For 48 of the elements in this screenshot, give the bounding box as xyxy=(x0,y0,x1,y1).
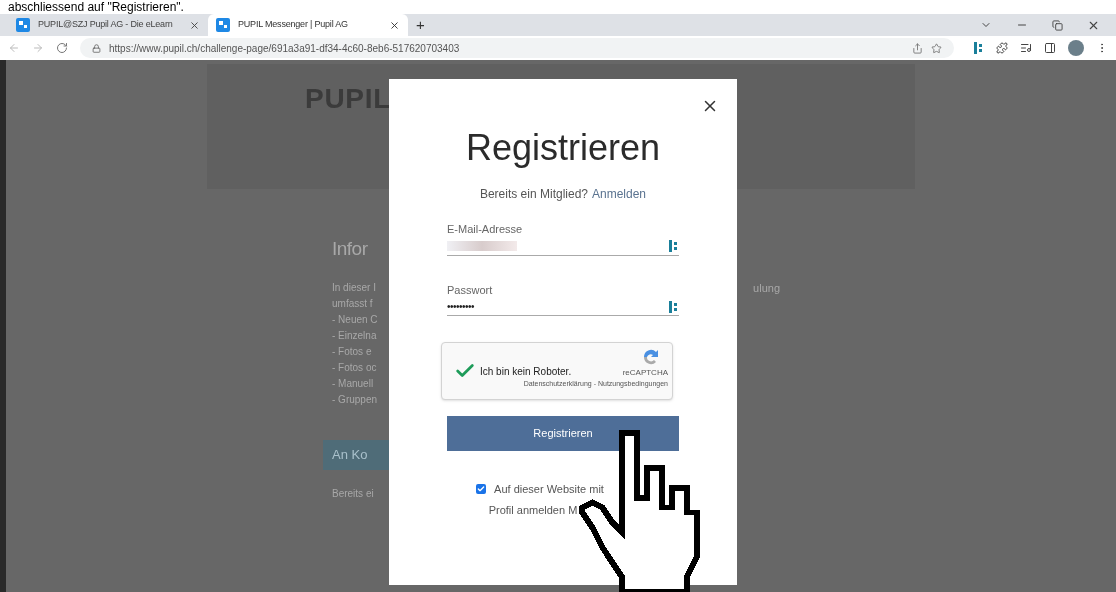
remember-text: Auf dieser Website mit xyxy=(494,482,604,497)
check-icon xyxy=(477,485,486,494)
captcha-brand: reCAPTCHA xyxy=(622,367,668,379)
reload-icon[interactable] xyxy=(56,42,68,54)
body-text: - Gruppen xyxy=(332,392,378,407)
profile-avatar[interactable] xyxy=(1068,40,1084,56)
input-field[interactable]: ••••••••• xyxy=(447,298,679,316)
playlist-icon[interactable] xyxy=(1020,42,1032,54)
new-tab-button[interactable]: + xyxy=(408,14,433,36)
share-icon[interactable] xyxy=(912,42,923,54)
prompt-text: Bereits ein Mitglied? xyxy=(479,186,588,203)
body-text: - Fotos oc xyxy=(332,360,377,375)
lock-icon xyxy=(92,43,101,53)
body-text: - Manuell xyxy=(332,376,374,391)
remember-text: Profil anmelden M xyxy=(488,502,578,518)
body-text: - Fotos e xyxy=(332,344,372,359)
restore-icon[interactable] xyxy=(1052,19,1063,31)
extension-icon[interactable] xyxy=(669,299,679,314)
body-text: - Einzelna xyxy=(332,328,377,343)
password-value: ••••••••• xyxy=(447,300,474,314)
extension-icon[interactable] xyxy=(974,41,984,55)
tab-title: PUPIL@SZJ Pupil AG - Die eLearn xyxy=(38,18,174,32)
remember-checkbox[interactable] xyxy=(476,484,487,495)
register-button[interactable]: Registrieren xyxy=(447,416,679,451)
body-text: ulung xyxy=(753,280,780,296)
url-text: https://www.pupil.ch/challenge-page/691a3a91-df34-4c60-8eb6-517620703403 xyxy=(109,41,461,56)
side-panel-icon[interactable] xyxy=(1044,42,1056,54)
body-text: - Neuen C xyxy=(332,312,378,327)
login-link[interactable]: Anmelden xyxy=(592,185,647,203)
blurred-value xyxy=(447,241,517,251)
field-label: E-Mail-Adresse xyxy=(447,222,524,237)
tab-title: PUPIL Messenger | Pupil AG xyxy=(238,18,349,32)
input-field[interactable] xyxy=(447,237,679,256)
site-logo-icon xyxy=(16,18,30,32)
body-text: Bereits ei xyxy=(332,486,374,501)
dialog-title: Registrieren xyxy=(465,126,661,170)
close-icon[interactable] xyxy=(189,19,200,31)
section-heading: Infor xyxy=(332,237,368,261)
puzzle-icon[interactable] xyxy=(996,42,1008,54)
extension-icon[interactable] xyxy=(669,239,679,253)
site-logo-icon xyxy=(216,18,230,32)
field-label: Passwort xyxy=(447,282,494,298)
star-icon[interactable] xyxy=(931,42,942,54)
close-icon[interactable] xyxy=(389,19,400,31)
browser-tab[interactable]: PUPIL Messenger | Pupil AG xyxy=(208,14,408,36)
body-text: umfasst f xyxy=(332,296,373,311)
address-bar[interactable]: https://www.pupil.ch/challenge-page/691a3a91-df34-4c60-8eb6-517620703403 xyxy=(80,38,954,58)
captcha-label: Ich bin kein Roboter. xyxy=(480,364,572,379)
